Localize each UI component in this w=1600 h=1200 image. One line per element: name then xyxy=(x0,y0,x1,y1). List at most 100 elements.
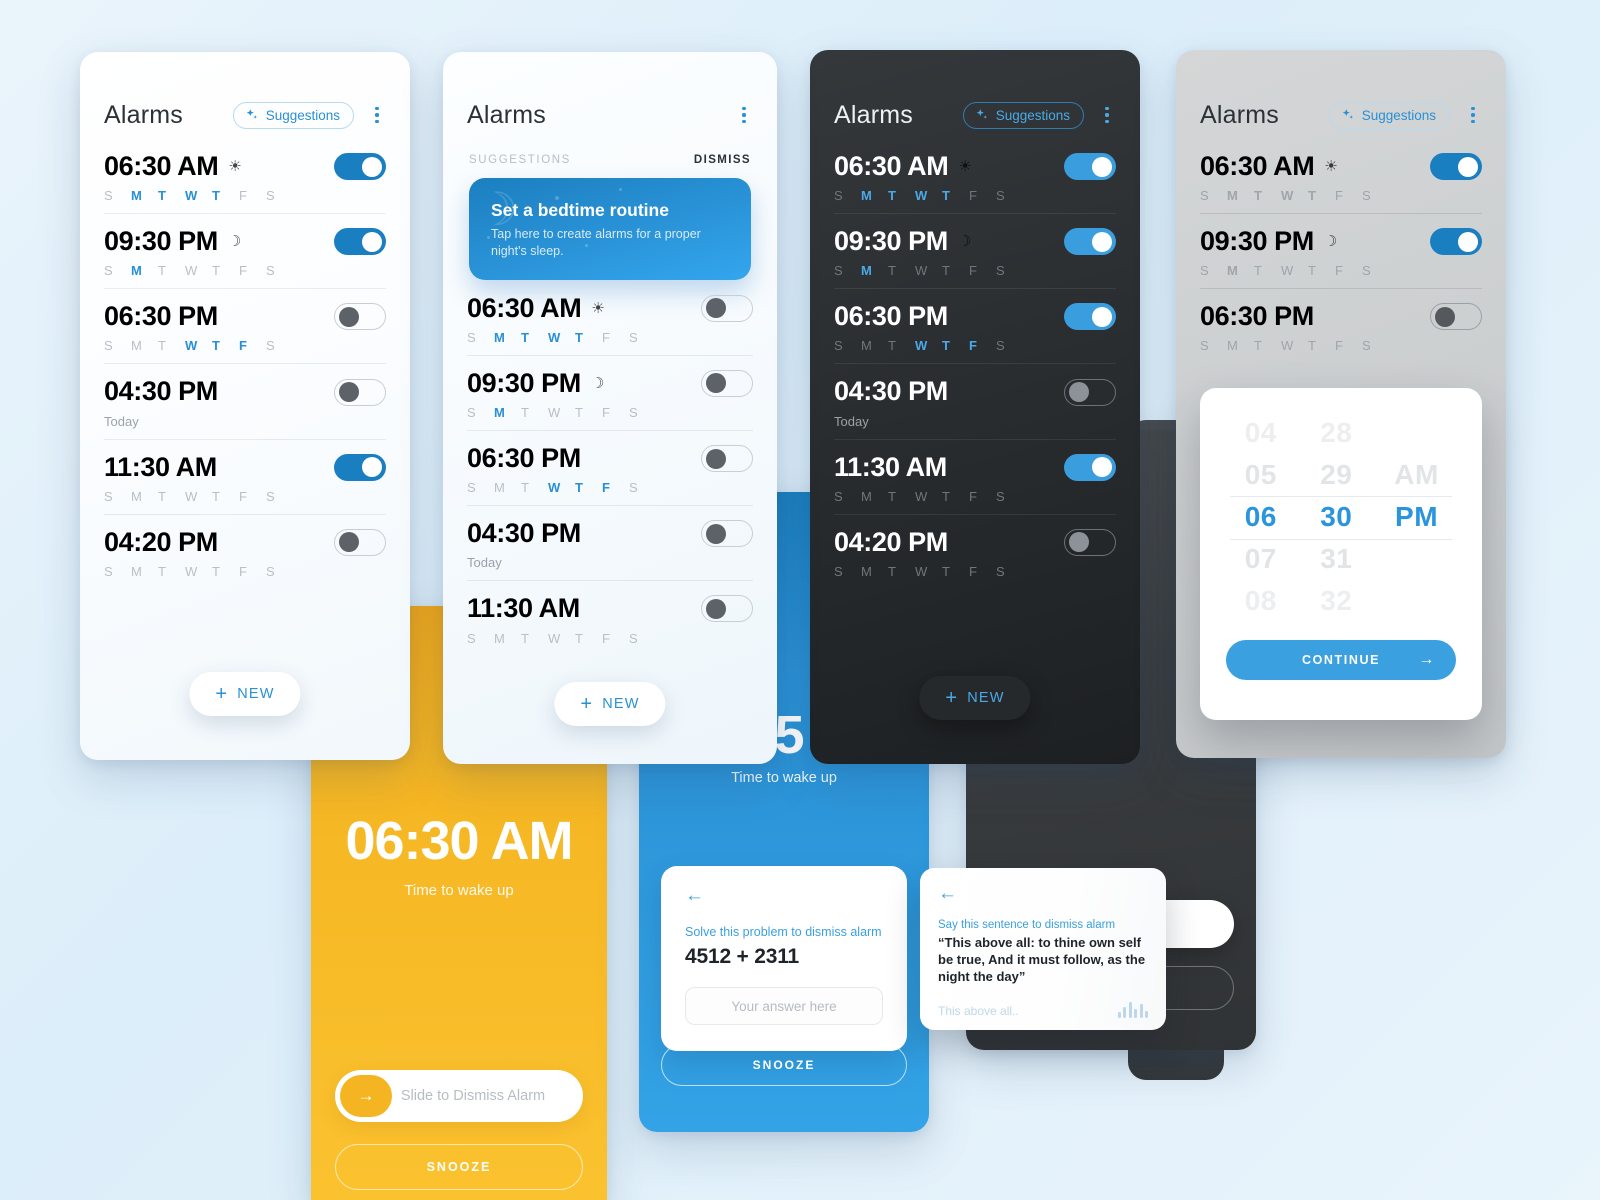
day-5[interactable]: F xyxy=(602,330,629,345)
alarm-toggle[interactable] xyxy=(334,453,386,481)
new-alarm-button[interactable]: + NEW xyxy=(189,672,301,716)
day-6[interactable]: S xyxy=(996,338,1023,353)
day-6[interactable]: S xyxy=(1362,188,1389,203)
day-2[interactable]: T xyxy=(1254,338,1281,353)
suggestions-button[interactable]: Suggestions xyxy=(232,101,354,129)
day-selector[interactable]: SMTWTFS xyxy=(467,631,753,646)
day-selector[interactable]: SMTWTFS xyxy=(104,564,386,579)
alarm-toggle[interactable] xyxy=(1064,303,1116,331)
day-6[interactable]: S xyxy=(266,263,293,278)
day-0[interactable]: S xyxy=(467,480,494,495)
day-selector[interactable]: SMTWTFS xyxy=(1200,263,1482,278)
day-2[interactable]: T xyxy=(888,489,915,504)
day-5[interactable]: F xyxy=(969,338,996,353)
day-4[interactable]: T xyxy=(575,405,602,420)
alarm-toggle[interactable] xyxy=(334,528,386,556)
day-5[interactable]: F xyxy=(239,489,266,504)
snooze-button[interactable]: SNOOZE xyxy=(335,1144,583,1190)
alarm-row[interactable]: 09:30 PM ☽ S M T W T F S xyxy=(1200,213,1482,288)
alarm-row[interactable]: 09:30 PM ☽ S M T W T F S xyxy=(467,354,753,430)
day-4[interactable]: T xyxy=(212,338,239,353)
day-0[interactable]: S xyxy=(1200,188,1227,203)
alarm-row[interactable]: 11:30 AM S M T W T F S xyxy=(467,580,753,655)
day-5[interactable]: F xyxy=(602,405,629,420)
day-1[interactable]: M xyxy=(494,631,521,646)
day-2[interactable]: T xyxy=(521,480,548,495)
day-5[interactable]: F xyxy=(969,263,996,278)
day-3[interactable]: W xyxy=(915,338,942,353)
day-1[interactable]: M xyxy=(131,338,158,353)
day-0[interactable]: S xyxy=(104,489,131,504)
alarm-toggle[interactable] xyxy=(1064,528,1116,556)
more-options-icon[interactable] xyxy=(1098,106,1116,124)
alarm-row[interactable]: 04:20 PM S M T W T F S xyxy=(834,513,1116,589)
day-3[interactable]: W xyxy=(185,564,212,579)
picker-wheels[interactable]: 04 05 06 07 08 28 29 30 31 32 AM PM xyxy=(1226,412,1456,622)
day-0[interactable]: S xyxy=(467,405,494,420)
day-selector[interactable]: SMTWTFS xyxy=(834,564,1116,579)
day-5[interactable]: F xyxy=(969,188,996,203)
alarm-row[interactable]: 09:30 PM ☽ S M T W T F S xyxy=(104,213,386,288)
alarm-row[interactable]: 04:30 PM Today xyxy=(104,363,386,438)
picker-cell[interactable] xyxy=(1377,412,1456,454)
day-2[interactable]: T xyxy=(521,631,548,646)
day-6[interactable]: S xyxy=(629,405,656,420)
day-4[interactable]: T xyxy=(942,188,969,203)
alarm-row[interactable]: 04:30 PM Today xyxy=(834,363,1116,438)
snooze-button[interactable]: SNOOZE xyxy=(661,1044,907,1086)
day-selector[interactable]: SMTWTFS xyxy=(104,338,386,353)
day-selector[interactable]: SMTWTFS xyxy=(834,188,1116,203)
day-selector[interactable]: SMTWTFS xyxy=(104,263,386,278)
day-2[interactable]: T xyxy=(1254,188,1281,203)
picker-cell[interactable]: 28 xyxy=(1302,412,1372,454)
picker-cell[interactable]: 08 xyxy=(1226,580,1296,622)
day-3[interactable]: W xyxy=(915,263,942,278)
day-2[interactable]: T xyxy=(888,263,915,278)
picker-cell[interactable]: 29 xyxy=(1302,454,1372,496)
suggestions-button[interactable]: Suggestions xyxy=(962,101,1084,129)
day-5[interactable]: F xyxy=(239,263,266,278)
day-5[interactable]: F xyxy=(969,489,996,504)
day-0[interactable]: S xyxy=(467,631,494,646)
alarm-toggle[interactable] xyxy=(1430,153,1482,181)
alarm-toggle[interactable] xyxy=(334,378,386,406)
suggestion-card[interactable]: ☽ Set a bedtime routine Tap here to crea… xyxy=(469,178,751,280)
picker-cell[interactable]: AM xyxy=(1377,454,1456,496)
dismiss-suggestions-button[interactable]: DISMISS xyxy=(694,154,751,166)
new-alarm-button[interactable]: + NEW xyxy=(919,676,1031,720)
day-5[interactable]: F xyxy=(602,631,629,646)
picker-cell[interactable] xyxy=(1377,580,1456,622)
day-selector[interactable]: SMTWTFS xyxy=(104,188,386,203)
day-3[interactable]: W xyxy=(915,564,942,579)
picker-cell[interactable]: 32 xyxy=(1302,580,1372,622)
alarm-row[interactable]: 09:30 PM ☽ S M T W T F S xyxy=(834,213,1116,288)
alarm-toggle[interactable] xyxy=(334,303,386,331)
day-3[interactable]: W xyxy=(1281,338,1308,353)
day-0[interactable]: S xyxy=(834,263,861,278)
picker-cell[interactable]: 04 xyxy=(1226,412,1296,454)
alarm-toggle[interactable] xyxy=(1430,228,1482,256)
arrow-right-icon[interactable]: → xyxy=(340,1075,392,1117)
alarm-row[interactable]: 06:30 AM ☀ S M T W T F S xyxy=(467,280,753,355)
alarm-toggle[interactable] xyxy=(701,294,753,322)
day-4[interactable]: T xyxy=(212,188,239,203)
day-2[interactable]: T xyxy=(158,338,185,353)
picker-cell[interactable] xyxy=(1377,538,1456,580)
day-4[interactable]: T xyxy=(212,263,239,278)
day-selector[interactable]: SMTWTFS xyxy=(834,263,1116,278)
day-4[interactable]: T xyxy=(575,330,602,345)
day-4[interactable]: T xyxy=(212,564,239,579)
day-6[interactable]: S xyxy=(996,564,1023,579)
alarm-row[interactable]: 06:30 AM ☀ S M T W T F S xyxy=(1200,138,1482,213)
alarm-toggle[interactable] xyxy=(334,228,386,256)
picker-cell[interactable]: 05 xyxy=(1226,454,1296,496)
day-4[interactable]: T xyxy=(212,489,239,504)
picker-cell[interactable]: 06 xyxy=(1226,496,1296,538)
day-2[interactable]: T xyxy=(158,564,185,579)
day-0[interactable]: S xyxy=(104,338,131,353)
day-2[interactable]: T xyxy=(888,188,915,203)
day-4[interactable]: T xyxy=(575,480,602,495)
day-2[interactable]: T xyxy=(521,330,548,345)
day-1[interactable]: M xyxy=(861,564,888,579)
day-selector[interactable]: SMTWTFS xyxy=(467,405,753,420)
